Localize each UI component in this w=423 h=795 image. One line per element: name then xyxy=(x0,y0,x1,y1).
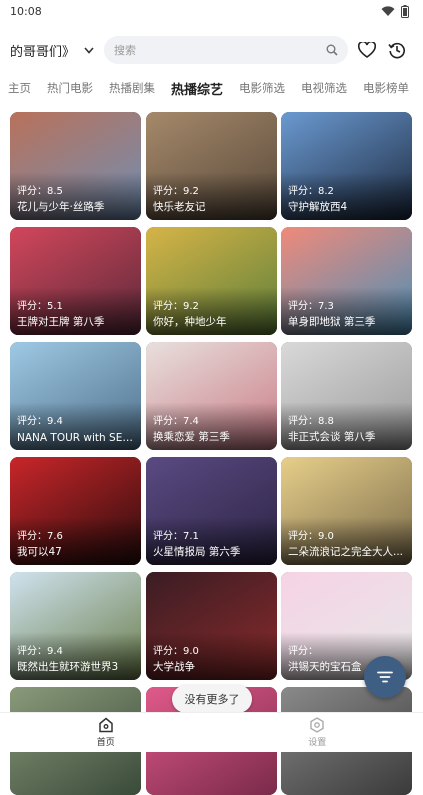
tab-home[interactable]: 主页 xyxy=(0,80,39,96)
chevron-down-icon[interactable] xyxy=(82,43,96,57)
card-rating: 评分：9.2 xyxy=(153,297,199,312)
show-card[interactable]: 评分：7.4 换乘恋爱 第三季 xyxy=(146,342,277,450)
show-card[interactable]: 评分：9.4 既然出生就环游世界3 xyxy=(10,572,141,680)
history-icon[interactable] xyxy=(386,39,408,61)
bottom-nav: 首页 设置 xyxy=(0,712,423,752)
show-card[interactable]: 评分：9.2 你好，种地少年 xyxy=(146,227,277,335)
show-card[interactable]: 评分：8.5 花儿与少年·丝路季 xyxy=(10,112,141,220)
no-more-toast: 没有更多了 xyxy=(172,685,252,713)
search-placeholder: 搜索 xyxy=(114,42,136,58)
card-rating: 评分： xyxy=(288,642,318,657)
card-title: 快乐老友记 xyxy=(153,199,272,214)
tab-tv-filter[interactable]: 电视筛选 xyxy=(293,80,355,96)
show-card[interactable]: 评分：9.0 二朵流浪记之完全大人... xyxy=(281,457,412,565)
status-time: 10:08 xyxy=(10,5,42,18)
filter-fab-button[interactable] xyxy=(364,656,406,698)
card-rating: 评分：8.2 xyxy=(288,182,334,197)
card-title: 二朵流浪记之完全大人... xyxy=(288,544,407,559)
nav-home-label: 首页 xyxy=(97,735,115,748)
favorites-heart-icon[interactable] xyxy=(356,39,378,61)
card-title: 单身即地狱 第三季 xyxy=(288,314,407,329)
card-rating: 评分：9.0 xyxy=(153,642,199,657)
show-card[interactable]: 评分：9.4 NANA TOUR with SEV... xyxy=(10,342,141,450)
tab-hot-variety[interactable]: 热播综艺 xyxy=(163,79,231,98)
nav-settings[interactable]: 设置 xyxy=(212,713,423,752)
category-tabs: 主页 热门电影 热播剧集 热播综艺 电影筛选 电视筛选 电影榜单 xyxy=(0,74,423,102)
card-title: 非正式会谈 第八季 xyxy=(288,429,407,444)
card-rating: 评分：9.2 xyxy=(153,182,199,197)
battery-icon xyxy=(401,5,409,18)
show-card[interactable]: 评分：8.8 非正式会谈 第八季 xyxy=(281,342,412,450)
tab-movie-filter[interactable]: 电影筛选 xyxy=(231,80,293,96)
status-bar: 10:08 xyxy=(0,0,423,22)
search-input[interactable]: 搜索 xyxy=(104,36,348,64)
show-card[interactable]: 评分：8.2 守护解放西4 xyxy=(281,112,412,220)
card-title: 花儿与少年·丝路季 xyxy=(17,199,136,214)
show-card[interactable]: 评分：9.0 大学战争 xyxy=(146,572,277,680)
card-rating: 评分：8.5 xyxy=(17,182,63,197)
card-rating: 评分：7.6 xyxy=(17,527,63,542)
tab-hot-series[interactable]: 热播剧集 xyxy=(101,80,163,96)
card-title: 大学战争 xyxy=(153,659,272,674)
top-bar: 的哥哥们》 搜索 xyxy=(0,32,423,68)
card-title: 火星情报局 第六季 xyxy=(153,544,272,559)
card-title: 换乘恋爱 第三季 xyxy=(153,429,272,444)
home-icon xyxy=(98,717,114,733)
show-card[interactable]: 评分：7.6 我可以47 xyxy=(10,457,141,565)
card-title: 我可以47 xyxy=(17,544,136,559)
nav-home[interactable]: 首页 xyxy=(0,713,212,752)
search-icon[interactable] xyxy=(326,44,338,56)
show-card[interactable]: 评分：5.1 王牌对王牌 第八季 xyxy=(10,227,141,335)
show-card[interactable]: 评分：9.2 快乐老友记 xyxy=(146,112,277,220)
card-rating: 评分：9.4 xyxy=(17,412,63,427)
card-title: 既然出生就环游世界3 xyxy=(17,659,136,674)
toast-text: 没有更多了 xyxy=(185,691,240,707)
tab-movie-rankings[interactable]: 电影榜单 xyxy=(355,80,417,96)
tab-hot-movies[interactable]: 热门电影 xyxy=(39,80,101,96)
card-rating: 评分：5.1 xyxy=(17,297,63,312)
card-rating: 评分：7.1 xyxy=(153,527,199,542)
card-rating: 评分：7.4 xyxy=(153,412,199,427)
card-rating: 评分：8.8 xyxy=(288,412,334,427)
status-icons xyxy=(381,5,409,18)
card-title: 你好，种地少年 xyxy=(153,314,272,329)
show-card[interactable]: 评分：7.3 单身即地狱 第三季 xyxy=(281,227,412,335)
settings-icon xyxy=(309,717,325,733)
site-name[interactable]: 的哥哥们》 xyxy=(10,41,68,60)
filter-lines-icon xyxy=(377,671,393,683)
card-title: 王牌对王牌 第八季 xyxy=(17,314,136,329)
card-title: NANA TOUR with SEV... xyxy=(17,432,136,444)
wifi-icon xyxy=(381,5,395,17)
card-rating: 评分：7.3 xyxy=(288,297,334,312)
card-title: 守护解放西4 xyxy=(288,199,407,214)
show-card[interactable]: 评分：7.1 火星情报局 第六季 xyxy=(146,457,277,565)
card-rating: 评分：9.4 xyxy=(17,642,63,657)
nav-settings-label: 设置 xyxy=(308,735,326,748)
card-rating: 评分：9.0 xyxy=(288,527,334,542)
